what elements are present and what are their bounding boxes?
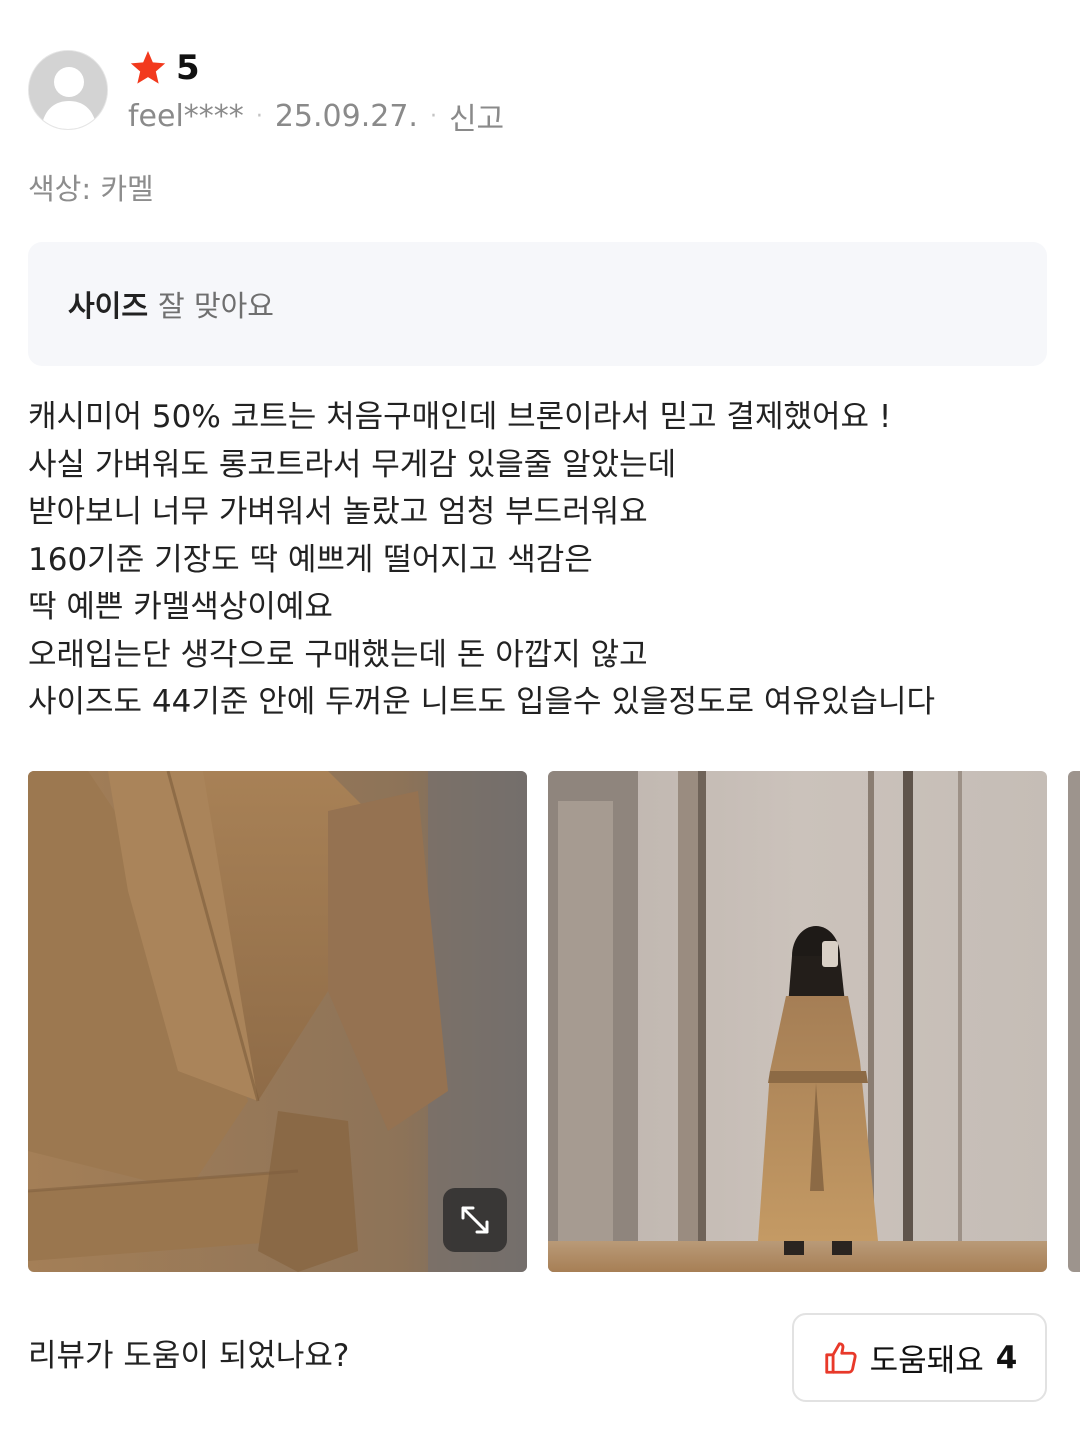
helpful-question: 리뷰가 도움이 되었나요?	[28, 1338, 350, 1374]
helpful-count: 4	[995, 1339, 1018, 1376]
option-value: 카멜	[100, 172, 154, 206]
user-silhouette-icon	[29, 51, 107, 129]
thumbs-up-icon	[824, 1341, 857, 1374]
option-label: 색상:	[28, 172, 92, 206]
expand-icon	[461, 1206, 489, 1234]
rating: 5	[128, 46, 200, 90]
reviewer-name: feel****	[128, 98, 244, 134]
size-feedback-value: 잘 맞아요	[158, 289, 274, 323]
review-line: 오래입는단 생각으로 구매했는데 돈 아깝지 않고	[28, 636, 648, 673]
helpful-label: 도움돼요	[869, 1343, 984, 1379]
meta-separator: ·	[429, 103, 437, 129]
helpful-button[interactable]: 도움돼요 4	[792, 1313, 1047, 1402]
size-feedback-box: 사이즈 잘 맞아요	[28, 242, 1047, 366]
expand-button[interactable]	[443, 1188, 507, 1252]
coat-closeup-photo[interactable]	[28, 771, 527, 1272]
review-line: 사실 가벼워도 롱코트라서 무게감 있을줄 알았는데	[28, 446, 677, 483]
star-icon	[130, 51, 166, 84]
review-line: 사이즈도 44기준 안에 두꺼운 니트도 입을수 있을정도로 여유있습니다	[28, 684, 935, 720]
report-link[interactable]: 신고	[449, 94, 504, 138]
mirror-selfie-photo[interactable]	[548, 771, 1047, 1272]
review-body: 캐시미어 50% 코트는 처음구매인데 브론이라서 믿고 결제했어요 ! 사실 …	[28, 394, 1058, 727]
review-date: 25.09.27.	[274, 98, 418, 134]
review-line: 160기준 기장도 딱 예쁘게 떨어지고 색감은	[28, 541, 593, 578]
review-line: 캐시미어 50% 코트는 처음구매인데 브론이라서 믿고 결제했어요 !	[28, 399, 892, 435]
review-card: 5 feel**** · 25.09.27. · 신고 색상: 카멜 사이즈 잘…	[0, 0, 1080, 1440]
size-feedback-key: 사이즈	[68, 289, 149, 323]
third-photo-peek[interactable]	[1068, 771, 1080, 1272]
avatar	[28, 50, 108, 130]
rating-score: 5	[176, 48, 200, 88]
review-meta: feel**** · 25.09.27. · 신고	[128, 94, 504, 138]
meta-separator: ·	[255, 103, 263, 129]
review-line: 딱 예쁜 카멜색상이예요	[28, 589, 333, 625]
review-line: 받아보니 너무 가벼워서 놀랐고 엄청 부드러워요	[28, 494, 648, 530]
purchase-option: 색상: 카멜	[28, 166, 154, 208]
